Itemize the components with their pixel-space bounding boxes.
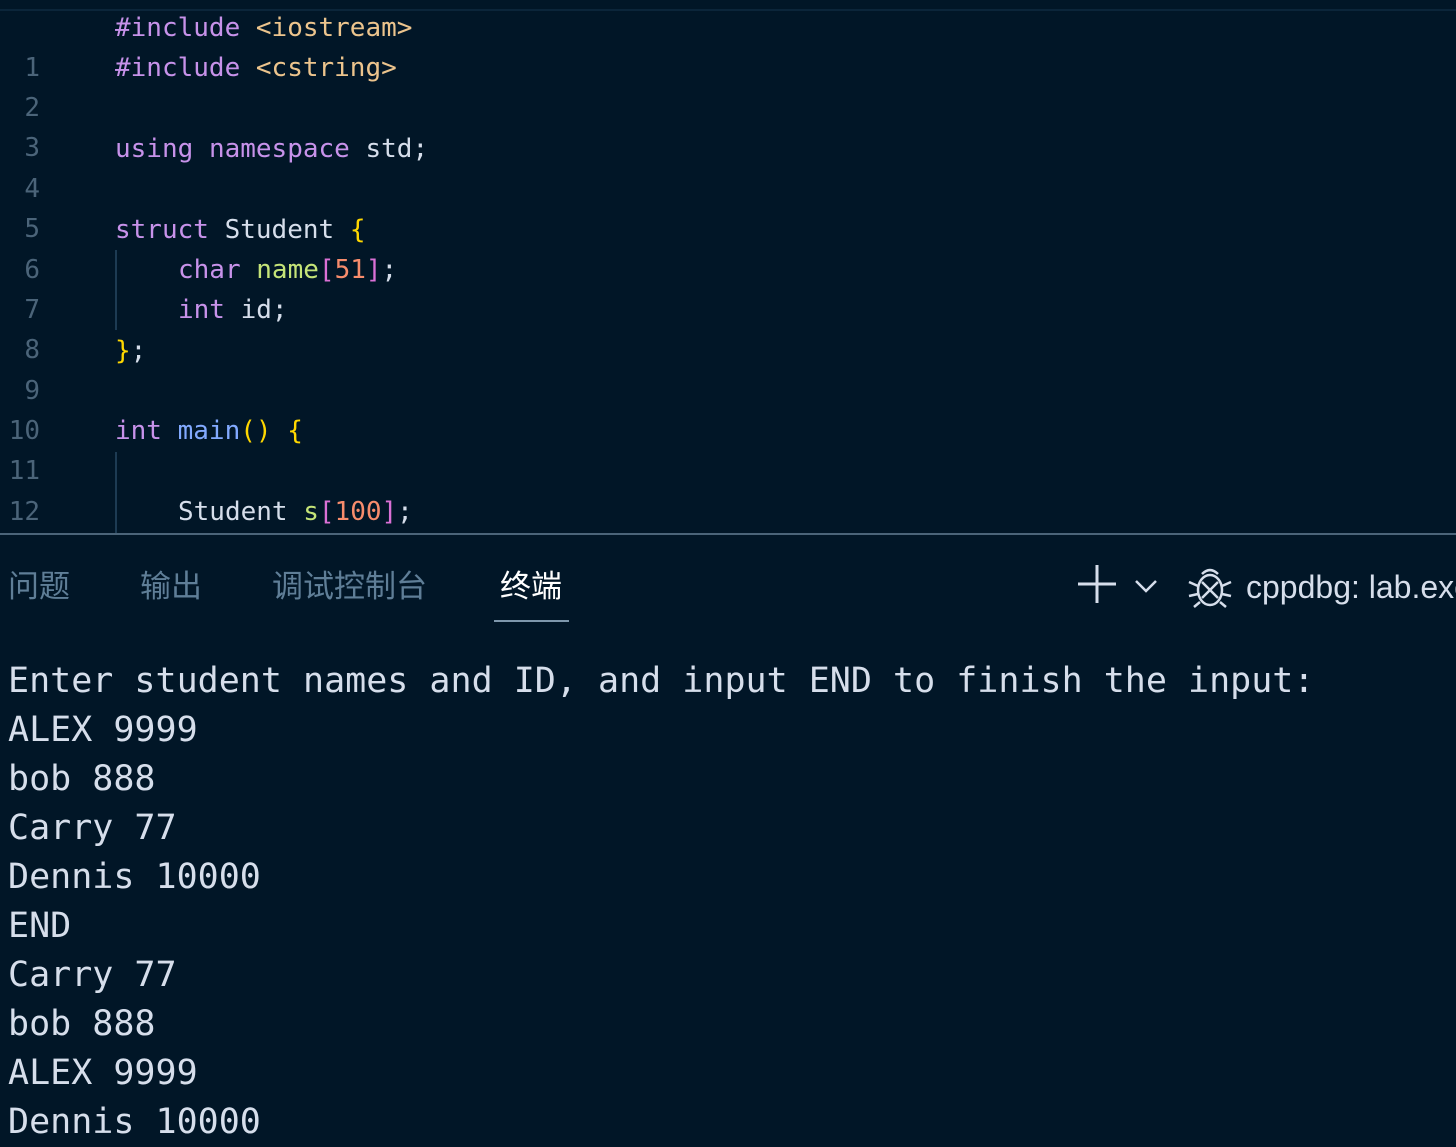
code-line[interactable]: 7 char name[51]; [0, 250, 1456, 325]
terminal-line: Carry 77 [8, 955, 177, 995]
token-function: main [177, 416, 241, 446]
code-line[interactable]: 2 #include <cstring> [0, 48, 1456, 123]
terminal-instance-label[interactable]: cppdbg: lab.exe [1246, 565, 1456, 609]
token-brace: { [349, 215, 366, 245]
code-line[interactable]: 4 using namespace std; [0, 129, 1456, 204]
token-type-name: Student [178, 497, 288, 527]
tab-output[interactable]: 输出 [140, 565, 202, 609]
code-line[interactable]: 13 Student s[100]; [0, 492, 1456, 532]
token-brace: { [287, 416, 303, 446]
token-type: int [178, 295, 225, 325]
terminal-line: bob 888 [8, 1004, 156, 1044]
token-semicolon: ; [130, 336, 147, 366]
token-paren: () [240, 416, 272, 446]
token-brace: } [115, 336, 131, 366]
token-type: char [178, 255, 241, 285]
token-semicolon: ; [381, 255, 398, 285]
chevron-down-icon[interactable] [1133, 573, 1159, 599]
token-type-name: Student [224, 215, 335, 245]
token-type: int [115, 416, 162, 446]
token-include-path: <iostream> [255, 13, 413, 43]
terminal-line: Enter student names and ID, and input EN… [8, 661, 1315, 701]
token-identifier: std; [365, 134, 429, 164]
code-text: Student s[100]; [178, 492, 413, 532]
token-identifier: id; [240, 295, 288, 325]
tab-terminal[interactable]: 终端 [500, 565, 562, 609]
bottom-panel: 问题 输出 调试控制台 终端 cppdbg: lab.exe Enter stu… [0, 535, 1456, 1144]
tab-debug-console[interactable]: 调试控制台 [272, 565, 427, 609]
token-keyword: using [115, 134, 194, 164]
code-line[interactable]: 12 [0, 452, 1456, 527]
token-bracket: ] [365, 255, 382, 285]
token-keyword: namespace [208, 134, 350, 164]
code-line[interactable]: 5 [0, 169, 1456, 244]
terminal-line: ALEX 9999 [8, 1053, 198, 1093]
code-line[interactable]: 8 int id; [0, 290, 1456, 365]
code-text: }; [115, 331, 146, 371]
terminal-line: bob 888 [8, 759, 156, 799]
terminal-line: Dennis 10000 [8, 857, 261, 897]
code-line[interactable]: 9 }; [0, 331, 1456, 406]
terminal-line: END [8, 906, 72, 946]
token-semicolon: ; [397, 497, 413, 527]
code-line[interactable]: 10 [0, 371, 1456, 446]
terminal-line: Dennis 10000 [8, 1102, 261, 1142]
token-variable: s [303, 497, 319, 527]
active-tab-indicator [494, 620, 569, 622]
token-preprocessor: #include [115, 13, 241, 43]
token-bracket: ] [381, 497, 398, 527]
token-variable: name [256, 255, 319, 285]
code-editor[interactable]: 1 #include <iostream> 2 #include <cstrin… [0, 0, 1456, 533]
token-number: 51 [334, 255, 366, 285]
token-number: 100 [334, 497, 382, 527]
token-bracket: [ [318, 255, 335, 285]
debug-icon [1188, 568, 1232, 608]
code-line[interactable]: 3 [0, 88, 1456, 163]
code-line[interactable]: 1 #include <iostream> [0, 8, 1456, 83]
token-bracket: [ [318, 497, 335, 527]
token-preprocessor: #include [115, 53, 241, 83]
terminal-line: Carry 77 [8, 808, 177, 848]
token-include-path: <cstring> [255, 53, 397, 83]
tab-problems[interactable]: 问题 [8, 565, 70, 609]
plus-icon[interactable] [1076, 563, 1118, 605]
code-text: #include <cstring> [115, 48, 397, 88]
terminal-output[interactable]: Enter student names and ID, and input EN… [8, 657, 1448, 1147]
code-text: int main() { [115, 411, 303, 451]
token-keyword: struct [115, 215, 209, 245]
code-line[interactable]: 11 int main() { [0, 411, 1456, 486]
code-line[interactable]: 6 struct Student { [0, 210, 1456, 285]
code-text: int id; [178, 290, 288, 330]
code-text: char name[51]; [178, 250, 397, 290]
code-text: using namespace std; [115, 129, 428, 169]
code-text: struct Student { [115, 210, 365, 250]
terminal-line: ALEX 9999 [8, 710, 198, 750]
code-text: #include <iostream> [115, 8, 412, 48]
